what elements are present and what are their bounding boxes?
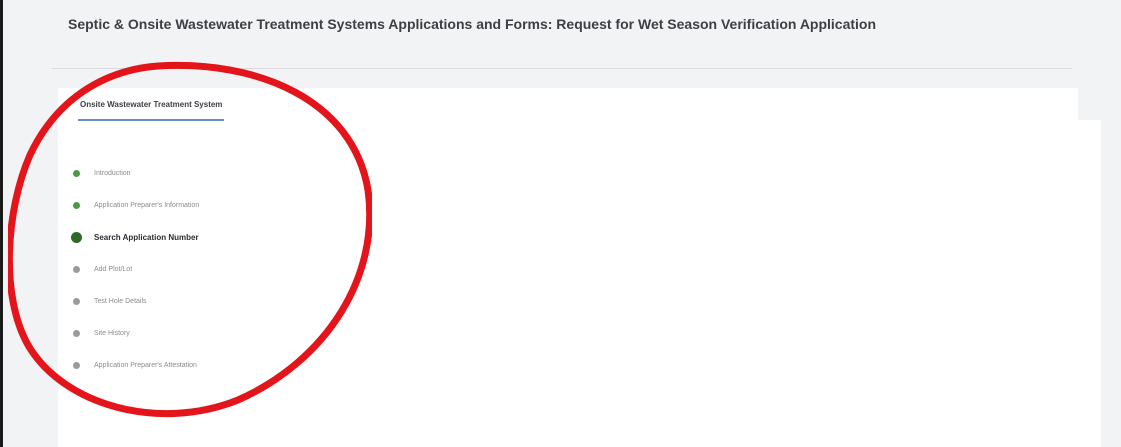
step-application-preparers-information[interactable]: Application Preparer's Information (70, 196, 199, 214)
step-introduction[interactable]: Introduction (70, 164, 131, 182)
header-divider (52, 68, 1072, 69)
step-label: Test Hole Details (94, 297, 147, 305)
step-add-plot-lot[interactable]: Add Plot/Lot (70, 260, 132, 278)
step-label: Site History (94, 329, 130, 337)
step-complete-icon (73, 201, 80, 209)
step-test-hole-details[interactable]: Test Hole Details (70, 292, 147, 310)
step-label: Search Application Number (94, 232, 199, 242)
step-pending-icon (73, 265, 80, 273)
step-label: Application Preparer's Information (94, 201, 200, 209)
step-label: Application Preparer's Attestation (94, 361, 197, 369)
step-search-application-number[interactable]: Search Application Number (70, 228, 199, 246)
step-pending-icon (73, 329, 80, 337)
window-left-border (0, 0, 3, 447)
step-pending-icon (73, 297, 80, 305)
page-title: Septic & Onsite Wastewater Treatment Sys… (68, 16, 877, 32)
step-complete-icon (73, 169, 80, 177)
step-navigation: Introduction Application Preparer's Info… (70, 164, 320, 374)
step-application-preparers-attestation[interactable]: Application Preparer's Attestation (70, 356, 197, 374)
step-label: Introduction (94, 169, 131, 177)
step-pending-icon (73, 361, 80, 369)
step-label: Add Plot/Lot (94, 265, 133, 273)
step-current-icon (71, 231, 82, 243)
tab-onsite-wastewater-treatment-system[interactable]: Onsite Wastewater Treatment System (78, 100, 225, 121)
step-site-history[interactable]: Site History (70, 324, 130, 342)
page-header: Septic & Onsite Wastewater Treatment Sys… (8, 0, 1108, 70)
